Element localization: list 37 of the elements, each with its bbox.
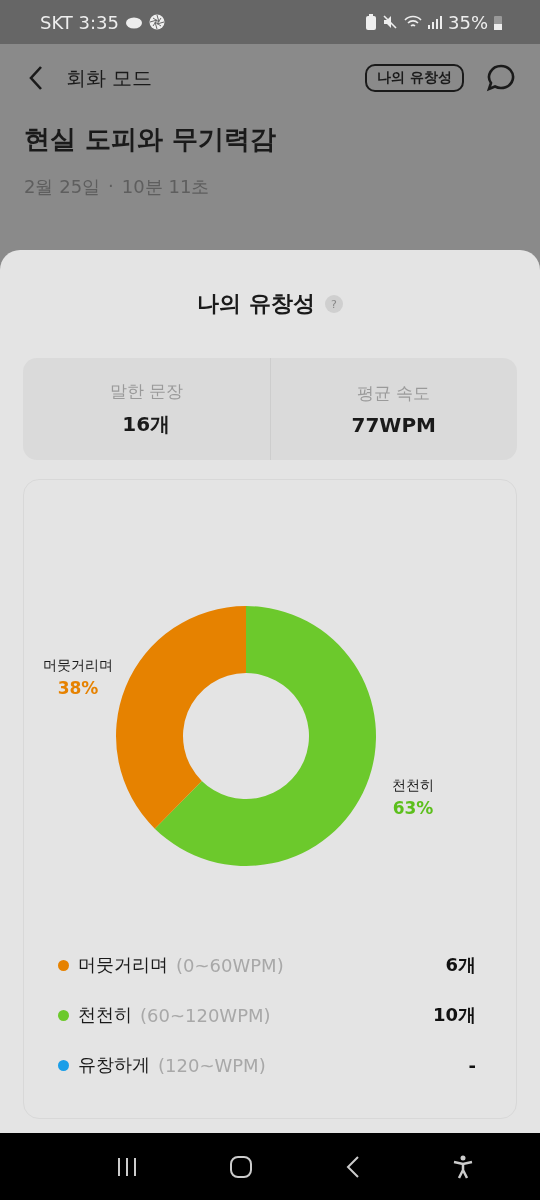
- sheet-title: 나의 유창성: [197, 290, 315, 318]
- screen-title: 회화 모드: [66, 64, 154, 92]
- back-icon[interactable]: [344, 1154, 361, 1179]
- legend-count: -: [468, 1054, 476, 1076]
- legend-count: 10개: [432, 1003, 476, 1027]
- battery-icon: [494, 14, 502, 30]
- wifi-icon: [404, 15, 422, 29]
- legend-range: (0~60WPM): [176, 954, 285, 976]
- legend-label: 유창하게: [78, 1053, 150, 1077]
- legend-range: (60~120WPM): [140, 1004, 272, 1026]
- separator-dot: ·: [108, 175, 114, 198]
- legend-count: 6개: [445, 953, 476, 977]
- legend-range: (120~WPM): [158, 1054, 267, 1076]
- legend-label: 머뭇거리며: [78, 953, 168, 977]
- stat-label: 말한 문장: [109, 380, 183, 403]
- cloud-icon: [125, 15, 143, 29]
- stat-value: 77WPM: [351, 412, 436, 437]
- slice-label: 천천히: [392, 777, 434, 793]
- fluency-button[interactable]: 나의 유창성: [365, 64, 464, 92]
- back-icon[interactable]: [28, 65, 44, 91]
- slice-label: 머뭇거리며: [43, 657, 113, 673]
- slice-percent: 38%: [57, 678, 99, 698]
- carrier-time: SKT 3:35: [40, 11, 119, 33]
- mute-icon: [382, 14, 398, 30]
- recent-apps-icon[interactable]: [115, 1156, 138, 1177]
- battery-percent: 35%: [448, 11, 488, 33]
- aperture-icon: [149, 14, 165, 30]
- legend-label: 천천히: [78, 1003, 132, 1027]
- battery-saver-icon: [366, 14, 376, 30]
- home-icon[interactable]: [229, 1154, 254, 1179]
- slice-percent: 63%: [392, 798, 434, 818]
- signal-icon: [428, 15, 442, 29]
- stat-value: 16개: [122, 411, 171, 438]
- stat-label: 평균 속도: [357, 381, 431, 405]
- chat-icon[interactable]: [486, 63, 516, 93]
- session-title: 현실 도피와 무기력감: [24, 123, 278, 156]
- accessibility-icon[interactable]: [452, 1154, 475, 1179]
